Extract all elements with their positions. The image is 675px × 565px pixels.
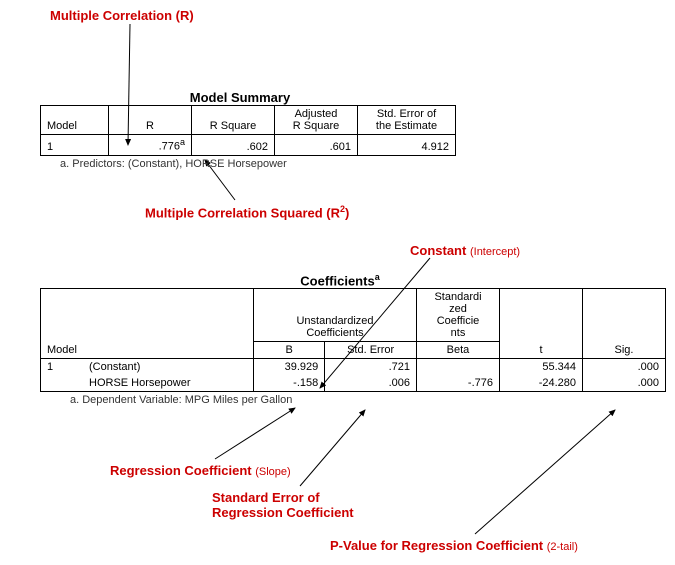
annotation-mult-r: Multiple Correlation (R) [50,8,194,23]
annotation-constant-sub: (Intercept) [470,246,520,258]
header-std: StandardizedCoefficients [417,289,500,342]
header-model2: Model [41,289,254,359]
cell-rsq: .602 [192,135,275,156]
cell-beta-1 [417,359,500,376]
cell-r-sup: a [180,137,185,147]
header-model: Model [41,106,109,135]
header-stderr-l2: the Estimate [376,120,437,132]
cell-sig-2: .000 [583,375,666,392]
coefficients-section: Coefficientsa Model UnstandardizedCoeffi… [40,272,666,406]
annotation-pval-sub: (2-tail) [547,541,578,553]
cell-r-val: .776 [159,141,180,153]
coefficients-table: Model UnstandardizedCoefficients Standar… [40,288,666,392]
header-r: R [109,106,192,135]
annotation-regcoef-text: Regression Coefficient [110,463,252,478]
annotation-mult-r2: Multiple Correlation Squared (R2) [145,204,349,220]
cell-r: .776a [109,135,192,156]
header-t: t [500,289,583,359]
annotation-regcoef-sub: (Slope) [255,466,290,478]
model-summary-table: Model R R Square Adjusted R Square Std. … [40,105,456,156]
header-SE: Std. Error [325,342,417,359]
cell-sig-1: .000 [583,359,666,376]
header-rsq: R Square [192,106,275,135]
annotation-pval-text: P-Value for Regression Coefficient [330,538,543,553]
cell-SE-2: .006 [325,375,417,392]
cell-t-1: 55.344 [500,359,583,376]
cell-label-1: (Constant) [83,359,254,376]
header-adjrsq-l1: Adjusted [295,108,338,120]
cell-beta-2: -.776 [417,375,500,392]
cell-stderr: 4.912 [358,135,456,156]
header-sig: Sig. [583,289,666,359]
cell-label-2: HORSE Horsepower [83,375,254,392]
header-unstd: UnstandardizedCoefficients [254,289,417,342]
annotation-constant-text: Constant [410,243,466,258]
table-row: HORSE Horsepower -.158 .006 -.776 -24.28… [41,375,666,392]
header-adjrsq-l2: R Square [293,120,339,132]
model-summary-footnote: a. Predictors: (Constant), HORSE Horsepo… [40,156,456,170]
cell-t-2: -24.280 [500,375,583,392]
header-adjrsq: Adjusted R Square [275,106,358,135]
annotation-stderr: Standard Error of Regression Coefficient [212,490,354,520]
annotation-pval: P-Value for Regression Coefficient (2-ta… [330,538,578,553]
model-summary-section: Model Summary Model R R Square Adjusted … [40,90,456,170]
cell-model: 1 [41,135,109,156]
coefficients-title-sup: a [375,272,380,282]
cell-model-1: 1 [41,359,84,376]
header-beta: Beta [417,342,500,359]
annotation-mult-r2-close: ) [345,205,349,220]
cell-B-1: 39.929 [254,359,325,376]
header-B: B [254,342,325,359]
cell-model-2 [41,375,84,392]
coefficients-title: Coefficientsa [40,272,640,288]
table-row: 1 .776a .602 .601 4.912 [41,135,456,156]
annotation-regcoef: Regression Coefficient (Slope) [110,463,291,478]
cell-SE-1: .721 [325,359,417,376]
cell-B-2: -.158 [254,375,325,392]
annotation-mult-r2-text: Multiple Correlation Squared (R [145,205,340,220]
annotation-stderr-l1: Standard Error of [212,490,320,505]
annotation-constant: Constant (Intercept) [410,243,520,258]
coefficients-title-text: Coefficients [300,273,374,288]
annotation-stderr-l2: Regression Coefficient [212,505,354,520]
table-row: 1 (Constant) 39.929 .721 55.344 .000 [41,359,666,376]
model-summary-title: Model Summary [40,90,440,105]
cell-adjrsq: .601 [275,135,358,156]
coefficients-footnote: a. Dependent Variable: MPG Miles per Gal… [40,392,666,406]
header-stderr: Std. Error of the Estimate [358,106,456,135]
header-stderr-l1: Std. Error of [377,108,436,120]
